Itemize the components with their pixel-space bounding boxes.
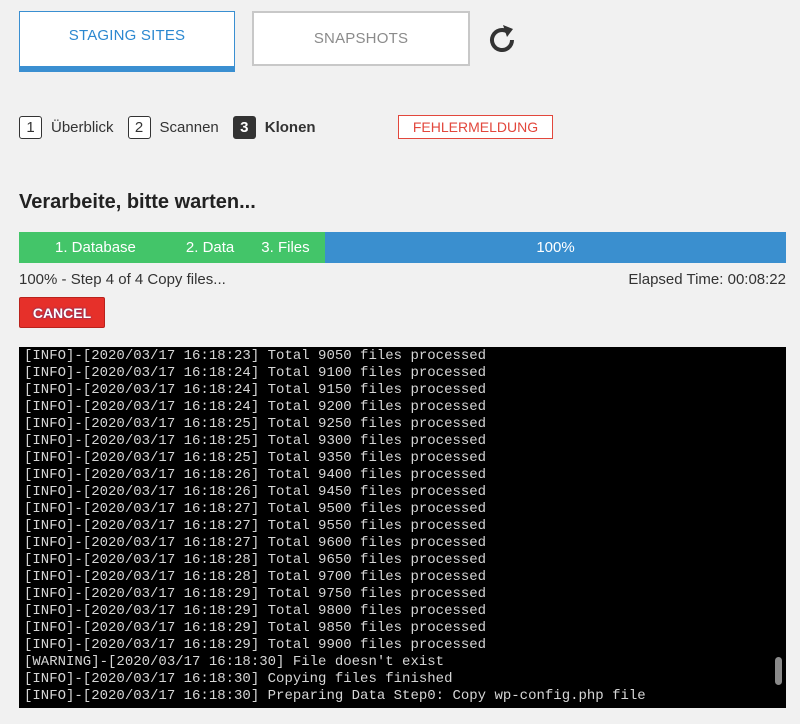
elapsed-time: Elapsed Time: 00:08:22 — [628, 271, 786, 288]
step-label-scan: Scannen — [159, 119, 219, 136]
progress-step-files: 3. Files — [261, 239, 310, 256]
log-line: [INFO]-[2020/03/17 16:18:30] Preparing D… — [24, 688, 646, 704]
progress-status-text: 100% - Step 4 of 4 Copy files... — [19, 271, 226, 288]
refresh-icon[interactable] — [482, 20, 522, 60]
log-console[interactable]: [INFO]-[2020/03/17 16:18:23] Total 9050 … — [19, 347, 786, 708]
page-title: Verarbeite, bitte warten... — [19, 191, 256, 213]
log-line: [WARNING]-[2020/03/17 16:18:30] File doe… — [24, 654, 445, 670]
log-line: [INFO]-[2020/03/17 16:18:27] Total 9550 … — [24, 518, 487, 534]
progress-steps: 1. Database 2. Data 3. Files — [19, 232, 325, 263]
cancel-button[interactable]: CANCEL — [19, 297, 105, 328]
log-line: [INFO]-[2020/03/17 16:18:24] Total 9200 … — [24, 399, 487, 415]
log-line: [INFO]-[2020/03/17 16:18:24] Total 9100 … — [24, 365, 487, 381]
log-line: [INFO]-[2020/03/17 16:18:26] Total 9450 … — [24, 484, 487, 500]
log-line: [INFO]-[2020/03/17 16:18:25] Total 9250 … — [24, 416, 487, 432]
log-line: [INFO]-[2020/03/17 16:18:25] Total 9300 … — [24, 433, 487, 449]
progress-bar: 1. Database 2. Data 3. Files 100% — [19, 232, 786, 263]
log-line: [INFO]-[2020/03/17 16:18:26] Total 9400 … — [24, 467, 487, 483]
progress-percent: 100% — [536, 239, 575, 256]
step-indicator: 1 Überblick 2 Scannen 3 Klonen — [19, 116, 330, 139]
step-number-3: 3 — [232, 116, 256, 139]
step-label-clone: Klonen — [264, 119, 316, 136]
tab-staging-sites[interactable]: STAGING SITES — [19, 11, 235, 72]
tab-snapshots[interactable]: SNAPSHOTS — [252, 11, 470, 66]
log-scrollbar[interactable] — [775, 657, 782, 685]
log-line: [INFO]-[2020/03/17 16:18:25] Total 9350 … — [24, 450, 487, 466]
progress-step-database: 1. Database — [55, 239, 136, 256]
log-line: [INFO]-[2020/03/17 16:18:28] Total 9700 … — [24, 569, 487, 585]
log-line: [INFO]-[2020/03/17 16:18:27] Total 9600 … — [24, 535, 487, 551]
step-number-2: 2 — [127, 116, 151, 139]
log-line: [INFO]-[2020/03/17 16:18:23] Total 9050 … — [24, 348, 487, 364]
log-line: [INFO]-[2020/03/17 16:18:29] Total 9750 … — [24, 586, 487, 602]
log-line: [INFO]-[2020/03/17 16:18:28] Total 9650 … — [24, 552, 487, 568]
step-number-1: 1 — [19, 116, 42, 139]
step-label-overview: Überblick — [51, 119, 114, 136]
log-line: [INFO]-[2020/03/17 16:18:27] Total 9500 … — [24, 501, 487, 517]
progress-step-data: 2. Data — [185, 239, 235, 256]
log-lines: [INFO]-[2020/03/17 16:18:23] Total 9050 … — [24, 348, 786, 705]
log-line: [INFO]-[2020/03/17 16:18:29] Total 9850 … — [24, 620, 487, 636]
log-line: [INFO]-[2020/03/17 16:18:24] Total 9150 … — [24, 382, 487, 398]
log-line: [INFO]-[2020/03/17 16:18:30] Copying fil… — [24, 671, 453, 687]
error-report-button[interactable]: FEHLERMELDUNG — [398, 115, 553, 139]
log-line: [INFO]-[2020/03/17 16:18:29] Total 9900 … — [24, 637, 487, 653]
log-line: [INFO]-[2020/03/17 16:18:29] Total 9800 … — [24, 603, 487, 619]
